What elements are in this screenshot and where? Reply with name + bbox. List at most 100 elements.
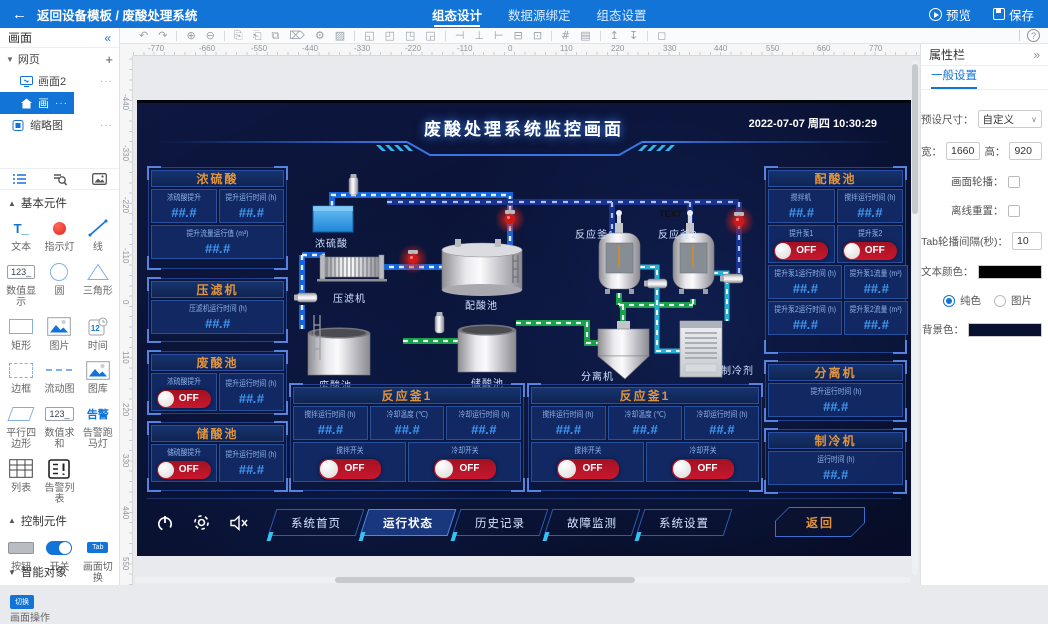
toggle-switch[interactable]: OFF <box>557 459 619 479</box>
tool-image[interactable]: 图片 <box>40 315 78 353</box>
collapse-left-icon[interactable]: « <box>104 31 111 45</box>
component-search-tab[interactable] <box>40 169 80 189</box>
storage-pump[interactable] <box>435 312 444 333</box>
layers-tab[interactable] <box>0 169 40 189</box>
storage-pool[interactable] <box>458 325 516 373</box>
process-diagram[interactable] <box>287 155 765 383</box>
back-arrow-icon[interactable]: ← <box>12 6 27 23</box>
image-fill-radio[interactable] <box>994 295 1006 307</box>
import-icon[interactable]: ↧ <box>629 29 638 43</box>
panel-reactor-1[interactable]: 反应釜1 搅拌运行时间 (h) ##.# 冷却温度 (℃) ##.# 冷却运行时… <box>290 384 524 491</box>
send-backward-icon[interactable]: ◲ <box>425 29 435 43</box>
reactor-pump-2[interactable] <box>720 274 743 283</box>
height-input[interactable]: 920 <box>1009 142 1042 160</box>
tool-border[interactable]: 边框 <box>2 358 40 396</box>
export-icon[interactable]: ↥ <box>610 29 619 43</box>
panel-filter-press[interactable]: 压滤机 压滤机运行时间 (h) ##.# <box>148 278 287 342</box>
tool-numeric-sum[interactable]: 123_ 数值求和 <box>40 402 78 451</box>
align-right-icon[interactable]: ⊢ <box>494 29 504 43</box>
zoom-out-icon[interactable]: ⊖ <box>206 29 215 43</box>
section-control-elements[interactable]: ▲ 控制元件 <box>0 508 119 532</box>
filter-press[interactable] <box>317 255 387 282</box>
collapse-right-icon[interactable]: » <box>1033 48 1040 62</box>
tree-root-webpage[interactable]: ▼ 网页 + <box>0 48 119 70</box>
toggle-switch[interactable]: OFF <box>319 459 381 479</box>
tool-alarm-marquee[interactable]: 告警 告警跑马灯 <box>79 402 117 451</box>
offline-reset-checkbox[interactable] <box>1008 205 1020 217</box>
align-middle-icon[interactable]: ⊟ <box>514 29 523 43</box>
save-button[interactable]: 保存 <box>993 5 1034 24</box>
mute-button[interactable] <box>229 514 249 532</box>
mixing-tank[interactable] <box>442 239 522 296</box>
more-icon[interactable]: ··· <box>55 98 68 109</box>
valve-mixing-tank[interactable] <box>495 204 525 234</box>
scada-canvas[interactable]: 废酸处理系统监控画面 2022-07-07 周四 10:30:29 <box>137 100 911 556</box>
copy-icon[interactable]: ⎘ <box>234 29 243 43</box>
breadcrumb[interactable]: 返回设备模板 / 废酸处理系统 <box>37 5 197 24</box>
tool-circle[interactable]: 圆 <box>40 260 78 309</box>
tool-parallelogram[interactable]: 平行四边形 <box>2 402 40 451</box>
tool-flow-diagram[interactable]: 流动图 <box>40 358 78 396</box>
more-icon[interactable]: ··· <box>100 76 113 87</box>
screen-settings-button[interactable] <box>192 513 211 532</box>
carousel-checkbox[interactable] <box>1008 176 1020 188</box>
grid-icon[interactable]: # <box>561 29 570 43</box>
caret-down-icon[interactable]: ▼ <box>6 55 14 64</box>
tab-datasource-binding[interactable]: 数据源绑定 <box>508 0 571 28</box>
section-smart-objects[interactable]: ▼ 智能对象 <box>0 559 119 583</box>
width-input[interactable]: 1660 <box>946 142 980 160</box>
panel-separator[interactable]: 分离机 提升运行时间 (h) ##.# <box>765 361 906 421</box>
feed-pump[interactable] <box>349 174 358 195</box>
vertical-scrollbar[interactable] <box>912 60 918 575</box>
delete-icon[interactable]: ⌦ <box>289 29 305 43</box>
ungroup-icon[interactable]: ◰ <box>385 29 395 43</box>
group-icon[interactable]: ◱ <box>364 29 374 43</box>
tool-time[interactable]: 12 时间 <box>79 315 117 353</box>
tool-list[interactable]: 列表 <box>2 457 40 506</box>
nav-tab-system-settings[interactable]: 系统设置 <box>640 509 728 536</box>
bring-forward-icon[interactable]: ◳ <box>405 29 415 43</box>
waste-pump[interactable] <box>294 293 317 302</box>
undo-icon[interactable]: ↶ <box>139 29 148 43</box>
tool-alarm-list[interactable]: 告警列表 <box>40 457 78 506</box>
toggle-switch[interactable]: OFF <box>157 461 211 479</box>
tool-triangle[interactable]: 三角形 <box>79 260 117 309</box>
back-button[interactable]: 返回 <box>775 507 865 537</box>
tab-config-settings[interactable]: 组态设置 <box>597 0 647 28</box>
nav-tab-history[interactable]: 历史记录 <box>456 509 544 536</box>
nav-tab-home[interactable]: 系统首页 <box>272 509 360 536</box>
image-icon[interactable]: ▨ <box>335 29 345 43</box>
preview-button[interactable]: 预览 <box>929 5 971 24</box>
tree-item-main-screen[interactable]: 主画面 ··· <box>0 92 74 114</box>
align-center-icon[interactable]: ⊥ <box>474 29 484 43</box>
preset-size-select[interactable]: 自定义 ∨ <box>978 110 1043 128</box>
bg-color-swatch[interactable] <box>968 323 1042 337</box>
toggle-switch[interactable]: OFF <box>672 459 734 479</box>
tool-numeric-display[interactable]: 123_ 数值显示 <box>2 260 40 309</box>
horizontal-scrollbar[interactable] <box>135 577 911 583</box>
tool-gallery[interactable]: 图库 <box>79 358 117 396</box>
chiller[interactable] <box>680 321 722 377</box>
gallery-tab[interactable] <box>79 169 119 189</box>
toggle-switch[interactable]: OFF <box>157 390 211 408</box>
toggle-switch[interactable]: OFF <box>774 242 828 260</box>
valve-filter-press[interactable] <box>398 244 428 274</box>
panel-sulfuric-acid[interactable]: 浓硫酸 浓硫酸提升 ##.# 提升运行时间 (h) ##.# 提升流量运行值 (… <box>148 167 287 269</box>
duplicate-icon[interactable]: ⧉ <box>272 29 280 43</box>
tab-interval-input[interactable]: 10 <box>1012 232 1042 250</box>
waste-acid-pool[interactable] <box>308 315 370 375</box>
nav-tab-run-status[interactable]: 运行状态 <box>364 509 452 536</box>
reactor-pump-1[interactable] <box>644 279 667 288</box>
align-left-icon[interactable]: ⊣ <box>455 29 465 43</box>
add-page-button[interactable]: + <box>105 52 113 67</box>
sulfuric-acid-tank[interactable] <box>313 206 353 232</box>
solid-color-radio[interactable] <box>943 295 955 307</box>
paste-icon[interactable]: ⎗ <box>253 29 262 43</box>
align-distribute-icon[interactable]: ⊡ <box>533 29 542 43</box>
nav-tab-fault-monitor[interactable]: 故障监测 <box>548 509 636 536</box>
tab-config-design[interactable]: 组态设计 <box>432 0 482 28</box>
snap-icon[interactable]: ▤ <box>580 29 590 43</box>
text-color-swatch[interactable] <box>978 265 1043 279</box>
zoom-in-icon[interactable]: ⊕ <box>186 29 195 43</box>
general-settings-tab[interactable]: 一般设置 <box>931 67 977 89</box>
